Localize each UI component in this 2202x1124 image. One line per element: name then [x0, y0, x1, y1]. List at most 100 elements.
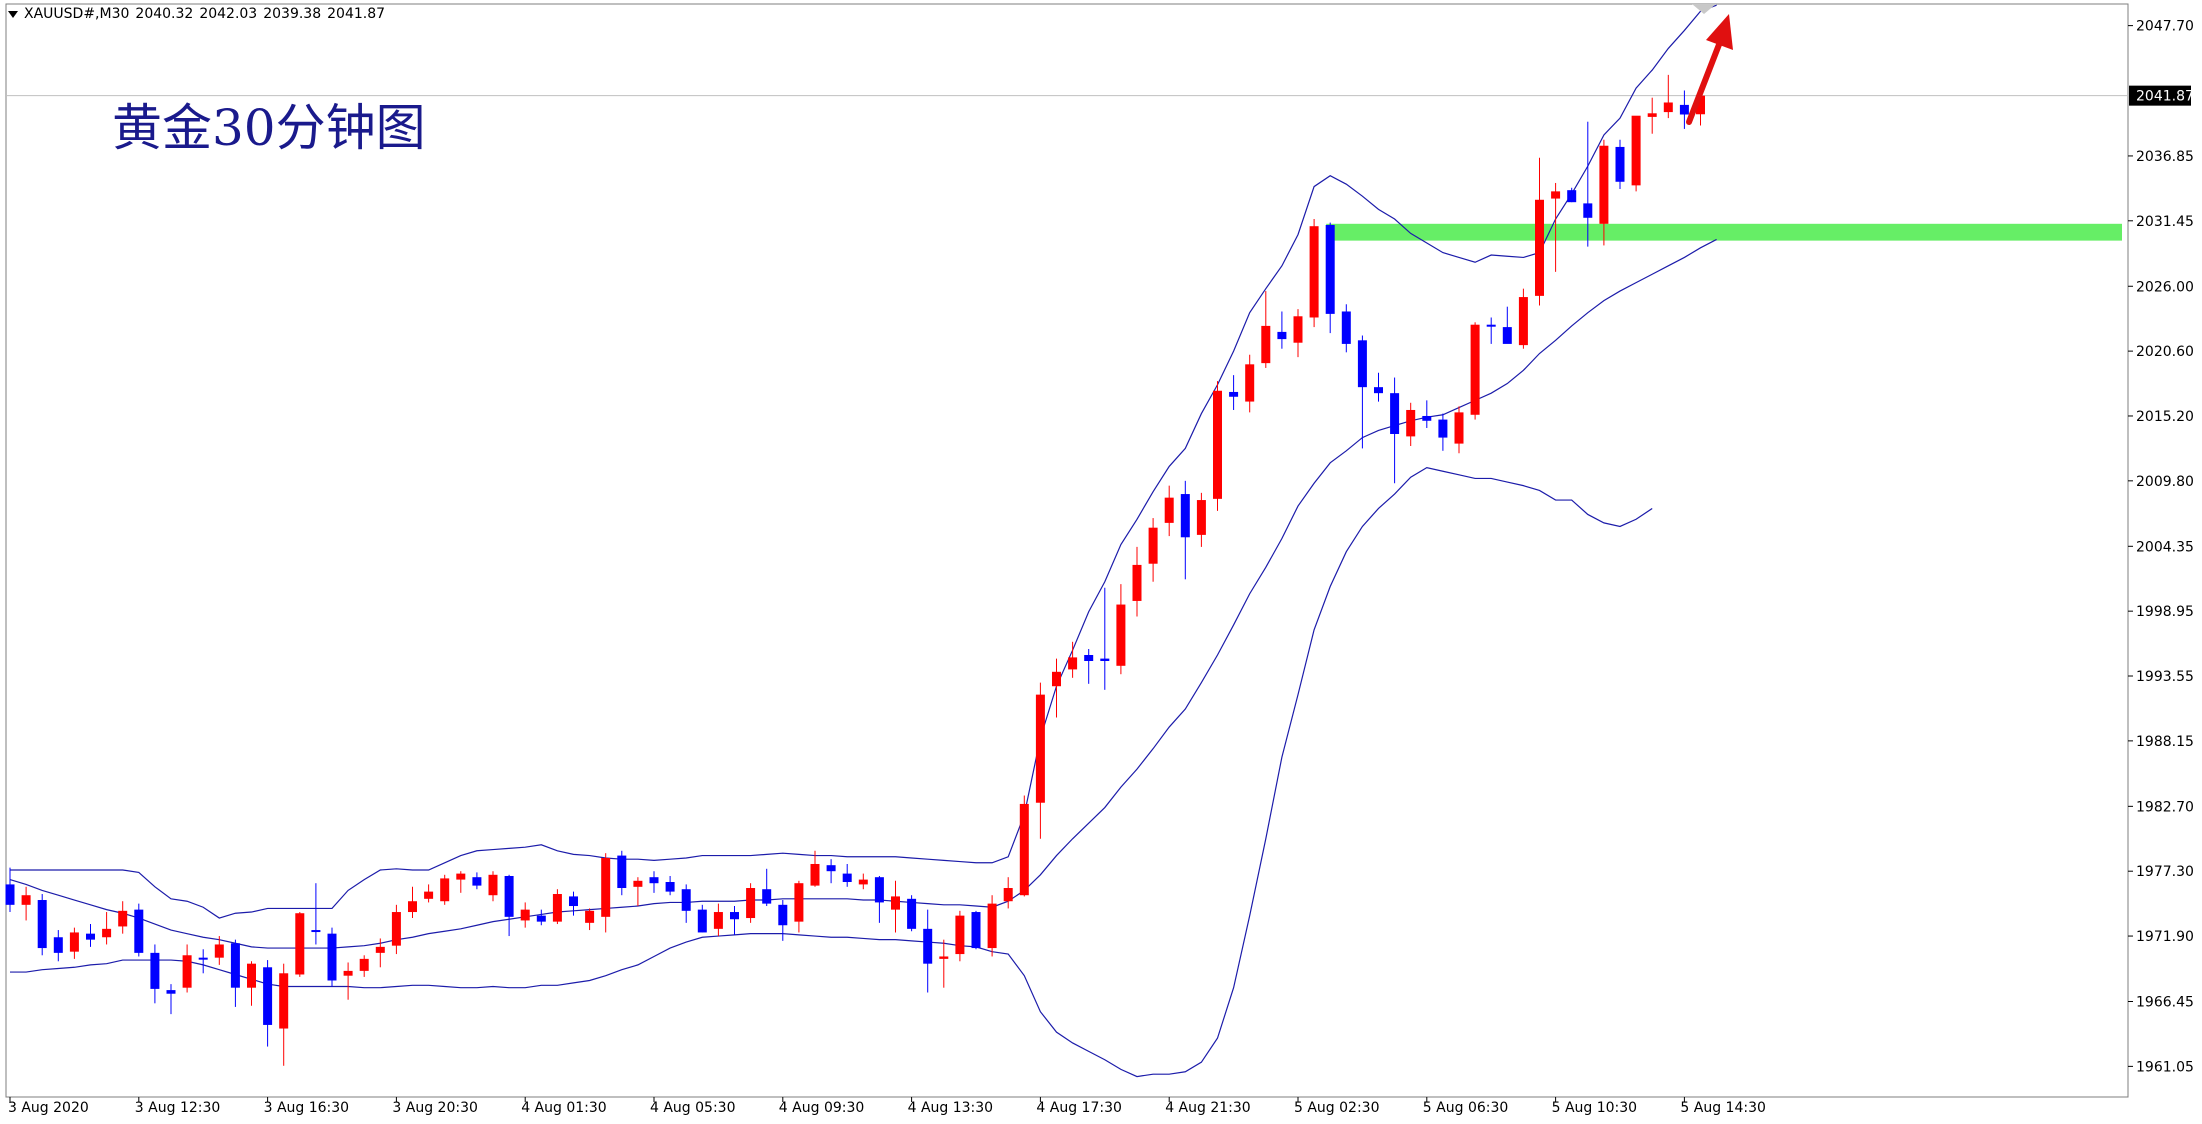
candle-body: [842, 873, 852, 883]
candle-body: [1052, 671, 1061, 687]
candle: [1035, 682, 1045, 839]
candle-body: [874, 877, 884, 903]
candle-body: [263, 967, 273, 1025]
candle-body: [1374, 387, 1383, 394]
candle-body: [53, 937, 63, 953]
candle-body: [1518, 297, 1528, 346]
candle: [69, 927, 79, 959]
candle: [1196, 492, 1206, 547]
candle-body: [987, 903, 997, 949]
candle-body: [1535, 199, 1544, 296]
candle: [247, 961, 256, 1006]
candle: [134, 903, 144, 957]
candle-body: [1357, 340, 1367, 388]
candle: [955, 910, 965, 962]
candle: [520, 902, 530, 928]
candle-body: [1567, 190, 1577, 203]
candle-body: [617, 855, 627, 889]
candle-body: [826, 865, 836, 872]
candle: [1438, 413, 1448, 451]
candle: [424, 884, 434, 903]
candle: [1454, 406, 1464, 454]
y-tick-label: 2047.70: [2136, 19, 2194, 35]
candle-body: [1132, 564, 1142, 601]
candle-body: [810, 863, 820, 886]
candle-body: [1470, 324, 1480, 415]
candle-body: [1583, 203, 1593, 218]
candle-body: [1148, 527, 1158, 564]
bollinger-middle-band: [9, 238, 1717, 949]
x-tick-label: 5 Aug 02:30: [1294, 1100, 1380, 1116]
candle: [263, 960, 273, 1047]
candle-body: [86, 933, 95, 940]
candle: [1357, 335, 1367, 449]
candle-body: [858, 879, 868, 885]
y-tick-label: 1998.95: [2136, 604, 2194, 620]
candle-body: [21, 895, 31, 905]
candle-body: [279, 973, 289, 1029]
candle: [778, 900, 788, 941]
x-tick-label: 5 Aug 06:30: [1423, 1100, 1509, 1116]
candle: [810, 850, 820, 887]
candle: [536, 909, 546, 926]
candle-body: [1261, 325, 1271, 364]
candle-body: [311, 930, 321, 933]
candle-body: [488, 874, 498, 896]
y-tick-label: 2031.45: [2136, 214, 2194, 230]
candle: [472, 872, 482, 890]
candle-body: [134, 909, 144, 953]
candle: [1663, 74, 1673, 119]
y-tick-label: 1961.05: [2136, 1059, 2194, 1075]
candle-body: [633, 880, 643, 887]
candle: [1325, 222, 1335, 334]
candle-body: [1293, 316, 1303, 343]
candle: [1502, 306, 1512, 344]
candle: [295, 912, 305, 977]
candle-body: [408, 901, 417, 913]
candle: [730, 906, 739, 935]
candle-body: [504, 875, 514, 917]
candle: [891, 880, 900, 933]
candle-body: [794, 883, 804, 922]
candle: [118, 901, 128, 934]
y-tick-label: 1993.55: [2136, 669, 2194, 685]
candle: [617, 850, 627, 896]
candle: [166, 984, 176, 1015]
candle: [1003, 877, 1013, 909]
candle-body: [1068, 657, 1078, 670]
candle-body: [697, 909, 707, 933]
candle-body: [1551, 191, 1561, 199]
candle-body: [1019, 803, 1029, 896]
candle: [1341, 304, 1351, 353]
candle: [5, 867, 15, 913]
candle-body: [1229, 391, 1239, 397]
candle-body: [1309, 226, 1319, 318]
current-price-label: 2041.87: [2136, 89, 2194, 105]
candle-body: [601, 857, 611, 917]
candle: [279, 963, 289, 1066]
candlestick-chart[interactable]: 2047.70 2041.87 2036.85 2031.45 2026.00 2020.…: [0, 0, 2202, 1124]
candle-body: [166, 990, 176, 994]
candle-body: [1502, 327, 1512, 344]
x-tick-label: 4 Aug 01:30: [521, 1100, 607, 1116]
candle: [971, 910, 981, 950]
candle-body: [1422, 415, 1432, 421]
y-tick-label: 2026.00: [2136, 279, 2194, 295]
candle-body: [472, 877, 482, 886]
candle-body: [971, 912, 981, 949]
x-tick-label: 4 Aug 21:30: [1165, 1100, 1251, 1116]
candle: [585, 908, 595, 931]
candle: [1052, 658, 1061, 718]
candle-body: [1277, 331, 1287, 340]
candle: [1132, 546, 1142, 617]
candle-body: [1325, 225, 1335, 314]
candle-body: [375, 946, 385, 953]
candle-body: [118, 910, 128, 927]
candle-body: [569, 896, 578, 907]
candle-body: [343, 970, 353, 976]
candle: [1486, 317, 1496, 344]
candle: [343, 962, 353, 1000]
y-tick-label: 1966.45: [2136, 995, 2194, 1011]
candle: [681, 884, 691, 923]
candle-body: [230, 943, 240, 988]
